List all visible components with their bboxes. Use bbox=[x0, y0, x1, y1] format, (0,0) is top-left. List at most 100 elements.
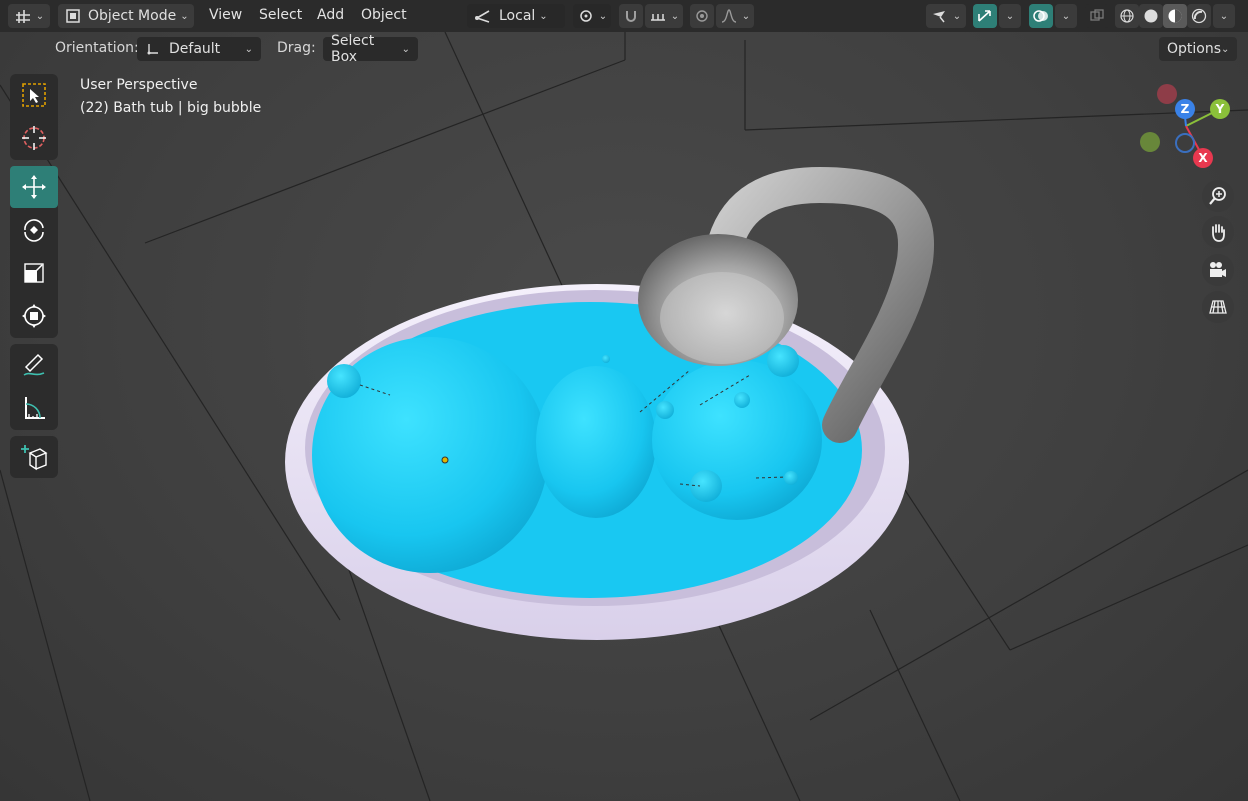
overlays-toggle[interactable] bbox=[1029, 4, 1053, 28]
gizmo-z-axis[interactable]: Z bbox=[1175, 99, 1195, 119]
measure-icon bbox=[25, 397, 45, 419]
small-bubble bbox=[656, 401, 674, 419]
pan-hand-icon bbox=[1212, 224, 1225, 242]
chevron-down-icon: ⌄ bbox=[1219, 10, 1229, 22]
gizmo-icon bbox=[978, 10, 991, 22]
small-bubble bbox=[734, 392, 750, 408]
options-dropdown[interactable]: Options ⌄ bbox=[1159, 37, 1237, 61]
transform-orientation-dropdown[interactable]: Local ⌄ bbox=[467, 4, 565, 28]
cursor-icon bbox=[22, 126, 46, 150]
falloff-curve-icon bbox=[721, 9, 736, 23]
active-object-info: (22) Bath tub | big bubble bbox=[80, 100, 262, 116]
tool-rotate[interactable] bbox=[10, 209, 58, 251]
zoom-button[interactable] bbox=[1202, 180, 1234, 212]
tool-add-cube[interactable] bbox=[10, 436, 58, 478]
gizmo-neg-y-ball[interactable] bbox=[1140, 132, 1160, 152]
object-mode-icon bbox=[66, 9, 80, 23]
chevron-down-icon: ⌄ bbox=[1005, 10, 1015, 22]
chevron-down-icon: ⌄ bbox=[180, 10, 189, 22]
orientation-dropdown[interactable]: Default ⌄ bbox=[137, 37, 261, 61]
pivot-icon bbox=[580, 10, 592, 22]
chevron-down-icon: ⌄ bbox=[670, 10, 680, 22]
ortho-toggle-button[interactable] bbox=[1202, 291, 1234, 323]
gizmo-dropdown[interactable]: ⌄ bbox=[999, 4, 1021, 28]
gizmo-y-axis[interactable]: Y bbox=[1210, 99, 1230, 119]
shading-rendered-button[interactable] bbox=[1187, 4, 1211, 28]
scene-canvas bbox=[0, 30, 1248, 801]
camera-icon bbox=[1210, 262, 1226, 277]
menu-object[interactable]: Object bbox=[361, 7, 407, 23]
falloff-dropdown[interactable]: ⌄ bbox=[716, 4, 754, 28]
tool-measure[interactable] bbox=[10, 387, 58, 429]
scale-icon bbox=[24, 263, 44, 283]
editor-type-button[interactable]: ⌄ bbox=[8, 4, 50, 28]
select-box-icon bbox=[22, 83, 46, 107]
small-bubble bbox=[327, 364, 361, 398]
mode-dropdown[interactable]: Object Mode ⌄ bbox=[58, 4, 194, 28]
toolbar-group-add bbox=[10, 436, 58, 478]
shading-solid-button[interactable] bbox=[1139, 4, 1163, 28]
grid-ortho-icon bbox=[1209, 300, 1227, 314]
orientation-value: Default bbox=[169, 41, 221, 57]
chevron-down-icon: ⌄ bbox=[35, 10, 45, 22]
xray-icon bbox=[1090, 9, 1104, 21]
proportional-edit-toggle[interactable] bbox=[690, 4, 714, 28]
camera-view-button[interactable] bbox=[1202, 254, 1234, 286]
zoom-icon bbox=[1209, 187, 1226, 205]
menu-add[interactable]: Add bbox=[317, 7, 344, 23]
gizmo-x-axis[interactable]: X bbox=[1193, 148, 1213, 168]
tool-transform[interactable] bbox=[10, 295, 58, 337]
chevron-down-icon: ⌄ bbox=[952, 10, 962, 22]
shading-dropdown[interactable]: ⌄ bbox=[1213, 4, 1235, 28]
chevron-down-icon: ⌄ bbox=[741, 10, 751, 22]
chevron-down-icon: ⌄ bbox=[598, 10, 608, 22]
chevron-down-icon: ⌄ bbox=[539, 10, 548, 22]
menu-view[interactable]: View bbox=[209, 7, 242, 23]
small-bubble bbox=[602, 355, 610, 363]
3d-viewport[interactable] bbox=[0, 0, 1248, 801]
toolbar-group-transform bbox=[10, 166, 58, 338]
right-bubble bbox=[652, 360, 822, 520]
transform-space-label: Local bbox=[499, 8, 536, 24]
tool-cursor[interactable] bbox=[10, 117, 58, 159]
gizmo-axis-lines bbox=[1183, 107, 1221, 158]
view-name: User Perspective bbox=[80, 77, 198, 93]
drag-label: Drag: bbox=[277, 40, 316, 56]
pivot-point-dropdown[interactable]: ⌄ bbox=[573, 4, 611, 28]
shading-wireframe-button[interactable] bbox=[1115, 4, 1139, 28]
orientation-axis-icon bbox=[147, 44, 158, 55]
snap-toggle[interactable] bbox=[619, 4, 643, 28]
rendered-sphere-icon bbox=[1191, 8, 1207, 24]
tool-scale[interactable] bbox=[10, 252, 58, 294]
menu-select[interactable]: Select bbox=[259, 7, 302, 23]
orientation-label: Orientation: bbox=[55, 40, 139, 56]
chevron-down-icon: ⌄ bbox=[401, 43, 410, 55]
shading-material-button[interactable] bbox=[1163, 4, 1187, 28]
grid-axis-icon bbox=[15, 10, 30, 23]
visibility-dropdown[interactable]: ⌄ bbox=[926, 4, 966, 28]
gizmo-neg-x-ball[interactable] bbox=[1157, 84, 1177, 104]
tool-move[interactable] bbox=[10, 166, 58, 208]
proportional-edit-icon bbox=[696, 10, 708, 22]
options-label: Options bbox=[1167, 41, 1222, 57]
gizmo-toggle[interactable] bbox=[973, 4, 997, 28]
gizmo-neg-z-ball[interactable] bbox=[1175, 133, 1195, 153]
chevron-down-icon: ⌄ bbox=[1061, 10, 1071, 22]
mode-label: Object Mode bbox=[88, 8, 177, 24]
tool-select-box[interactable] bbox=[10, 74, 58, 116]
overlays-dropdown[interactable]: ⌄ bbox=[1055, 4, 1077, 28]
drag-dropdown[interactable]: Select Box ⌄ bbox=[323, 33, 418, 65]
snap-target-dropdown[interactable]: ⌄ bbox=[645, 4, 683, 28]
move-icon bbox=[22, 175, 46, 199]
drag-value: Select Box bbox=[331, 33, 375, 65]
transform-icon bbox=[22, 304, 46, 328]
xray-toggle[interactable] bbox=[1085, 4, 1109, 28]
tool-annotate[interactable] bbox=[10, 344, 58, 386]
pan-button[interactable] bbox=[1202, 216, 1234, 248]
rotate-icon bbox=[24, 219, 44, 242]
selectability-icon bbox=[932, 11, 945, 23]
overlays-icon bbox=[1033, 10, 1048, 22]
magnet-icon bbox=[626, 11, 636, 22]
shower-head-face bbox=[660, 272, 784, 364]
material-sphere-icon bbox=[1168, 9, 1182, 23]
